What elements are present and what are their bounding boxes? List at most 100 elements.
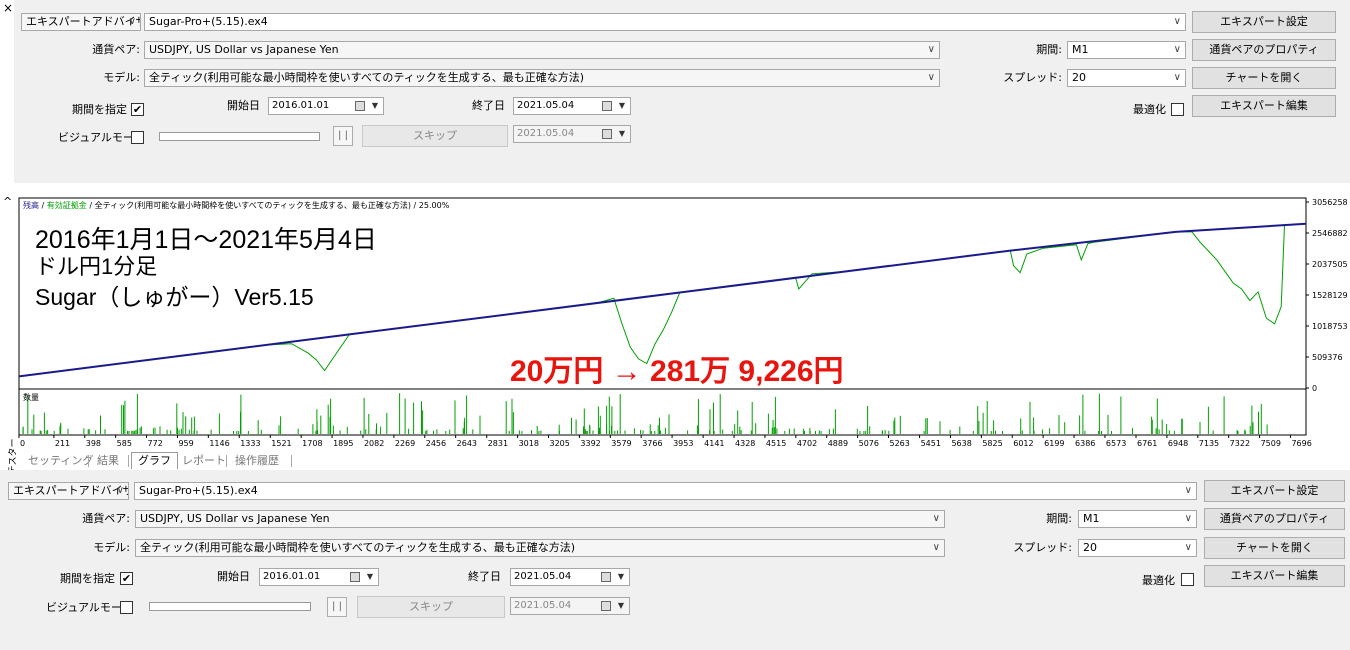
expert-type-select[interactable]: エキスパートアドバイザ ∨ bbox=[8, 482, 129, 500]
x-tick-label: 7696 bbox=[1291, 439, 1311, 448]
skip-button[interactable]: スキップ bbox=[362, 125, 508, 147]
start-date-label: 開始日 bbox=[227, 99, 260, 112]
model-label: モデル: bbox=[93, 541, 130, 554]
model-label: モデル: bbox=[103, 71, 140, 84]
dropdown-arrow-icon: ▼ bbox=[618, 101, 625, 110]
pair-select[interactable]: USDJPY, US Dollar vs Japanese Yen ∨ bbox=[135, 510, 945, 528]
skip-date-value: 2021.05.04 bbox=[514, 600, 572, 611]
chevron-down-icon: ∨ bbox=[1184, 485, 1192, 496]
expert-type-select[interactable]: エキスパートアドバイザ ∨ bbox=[21, 13, 141, 31]
x-tick-label: 7509 bbox=[1261, 439, 1281, 448]
edit-expert-button[interactable]: エキスパート編集 bbox=[1192, 95, 1336, 117]
visual-speed-slider[interactable] bbox=[149, 602, 311, 611]
expert-settings-button[interactable]: エキスパート設定 bbox=[1192, 11, 1336, 33]
expert-settings-button[interactable]: エキスパート設定 bbox=[1204, 480, 1345, 502]
expert-file-value: Sugar-Pro+(5.15).ex4 bbox=[149, 15, 268, 28]
end-date-picker[interactable]: 2021.05.04 ▼ bbox=[510, 568, 630, 586]
pair-properties-button[interactable]: 通貨ペアのプロパティ bbox=[1192, 39, 1336, 61]
pause-button[interactable]: | | bbox=[333, 126, 353, 146]
x-tick-label: 3579 bbox=[611, 439, 631, 448]
calendar-icon bbox=[602, 101, 612, 111]
legend-equity: 有効証拠金 bbox=[47, 200, 87, 210]
period-value: M1 bbox=[1072, 43, 1089, 56]
end-date-label: 終了日 bbox=[472, 99, 505, 112]
skip-date-picker[interactable]: 2021.05.04 ▼ bbox=[513, 125, 631, 143]
x-tick-label: 6199 bbox=[1044, 439, 1064, 448]
x-tick-label: 6573 bbox=[1106, 439, 1126, 448]
period-select[interactable]: M1 ∨ bbox=[1067, 41, 1186, 59]
x-tick-label: 6761 bbox=[1137, 439, 1157, 448]
x-tick-label: 7322 bbox=[1230, 439, 1250, 448]
edit-expert-button[interactable]: エキスパート編集 bbox=[1204, 565, 1345, 587]
close-icon[interactable]: × bbox=[3, 2, 13, 14]
pair-label: 通貨ペア: bbox=[82, 512, 130, 525]
x-tick-label: 1333 bbox=[240, 439, 260, 448]
use-date-label: 期間を指定 bbox=[72, 103, 127, 116]
open-chart-button[interactable]: チャートを開く bbox=[1192, 67, 1336, 89]
y-tick-label: 3056258 bbox=[1312, 198, 1348, 207]
end-date-picker[interactable]: 2021.05.04 ▼ bbox=[513, 97, 631, 115]
spread-label: スプレッド: bbox=[1013, 541, 1072, 554]
y-tick-label: 509376 bbox=[1312, 353, 1343, 362]
pair-properties-button[interactable]: 通貨ペアのプロパティ bbox=[1204, 508, 1345, 530]
visual-speed-slider[interactable] bbox=[159, 132, 320, 141]
skip-date-picker[interactable]: 2021.05.04 ▼ bbox=[510, 597, 630, 615]
x-tick-label: 1708 bbox=[302, 439, 322, 448]
x-tick-label: 2269 bbox=[395, 439, 415, 448]
tab-separator bbox=[128, 455, 129, 467]
x-tick-label: 4889 bbox=[828, 439, 848, 448]
tab-separator bbox=[291, 455, 292, 467]
pair-value: USDJPY, US Dollar vs Japanese Yen bbox=[149, 43, 339, 56]
tab-journal[interactable]: 操作履歴 bbox=[235, 453, 279, 469]
period-value: M1 bbox=[1083, 512, 1100, 525]
x-tick-label: 3392 bbox=[580, 439, 600, 448]
x-tick-label: 1521 bbox=[271, 439, 291, 448]
period-select[interactable]: M1 ∨ bbox=[1078, 510, 1197, 528]
visual-mode-checkbox[interactable] bbox=[131, 131, 144, 144]
optimize-label: 最適化 bbox=[1142, 574, 1175, 587]
tab-graph[interactable]: グラフ bbox=[131, 452, 178, 469]
optimize-checkbox[interactable] bbox=[1171, 103, 1184, 116]
overlay-line3: Sugar（しゅがー）Ver5.15 bbox=[35, 284, 314, 310]
pause-button[interactable]: | | bbox=[327, 597, 347, 617]
start-date-picker[interactable]: 2016.01.01 ▼ bbox=[259, 568, 379, 586]
start-date-value: 2016.01.01 bbox=[272, 100, 330, 111]
tab-settings[interactable]: セッティング bbox=[28, 453, 93, 469]
tester-collapse-icon[interactable]: ^ bbox=[3, 195, 12, 208]
x-tick-label: 6386 bbox=[1075, 439, 1095, 448]
spread-select[interactable]: 20 ∨ bbox=[1067, 69, 1186, 87]
use-date-checkbox[interactable]: ✔ bbox=[131, 103, 144, 116]
x-tick-label: 5263 bbox=[890, 439, 910, 448]
skip-button[interactable]: スキップ bbox=[357, 596, 505, 618]
calendar-icon bbox=[601, 572, 611, 582]
model-select[interactable]: 全ティック(利用可能な最小時間枠を使いすべてのティックを生成する、最も正確な方法… bbox=[135, 539, 945, 557]
visual-mode-checkbox[interactable] bbox=[120, 601, 133, 614]
expert-type-value: エキスパートアドバイザ bbox=[13, 484, 129, 497]
spread-label: スプレッド: bbox=[1003, 71, 1062, 84]
start-date-label: 開始日 bbox=[217, 570, 250, 583]
model-select[interactable]: 全ティック(利用可能な最小時間枠を使いすべてのティックを生成する、最も正確な方法… bbox=[144, 69, 940, 87]
tab-results[interactable]: 結果 bbox=[97, 453, 119, 469]
use-date-checkbox[interactable]: ✔ bbox=[120, 572, 133, 585]
spread-select[interactable]: 20 ∨ bbox=[1078, 539, 1197, 557]
pair-value: USDJPY, US Dollar vs Japanese Yen bbox=[140, 512, 330, 525]
end-date-value: 2021.05.04 bbox=[514, 571, 572, 582]
expert-type-value: エキスパートアドバイザ bbox=[26, 15, 141, 28]
x-tick-label: 2456 bbox=[426, 439, 446, 448]
expert-file-select[interactable]: Sugar-Pro+(5.15).ex4 ∨ bbox=[134, 482, 1197, 500]
open-chart-button[interactable]: チャートを開く bbox=[1204, 537, 1345, 559]
tab-report[interactable]: レポート bbox=[182, 453, 226, 469]
overlay-result: 20万円 → 281万 9,226円 bbox=[510, 355, 844, 388]
pair-select[interactable]: USDJPY, US Dollar vs Japanese Yen ∨ bbox=[144, 41, 940, 59]
expert-file-select[interactable]: Sugar-Pro+(5.15).ex4 ∨ bbox=[144, 13, 1186, 31]
chevron-down-icon: ∨ bbox=[927, 44, 935, 55]
y-tick-label: 1018753 bbox=[1312, 322, 1348, 331]
optimize-checkbox[interactable] bbox=[1181, 573, 1194, 586]
x-tick-label: 2831 bbox=[488, 439, 508, 448]
tab-separator bbox=[226, 455, 227, 467]
chevron-down-icon: ∨ bbox=[1173, 72, 1181, 83]
start-date-picker[interactable]: 2016.01.01 ▼ bbox=[268, 97, 384, 115]
chevron-down-icon: ∨ bbox=[128, 16, 136, 27]
dropdown-arrow-icon: ▼ bbox=[366, 572, 373, 581]
spread-value: 20 bbox=[1072, 71, 1086, 84]
